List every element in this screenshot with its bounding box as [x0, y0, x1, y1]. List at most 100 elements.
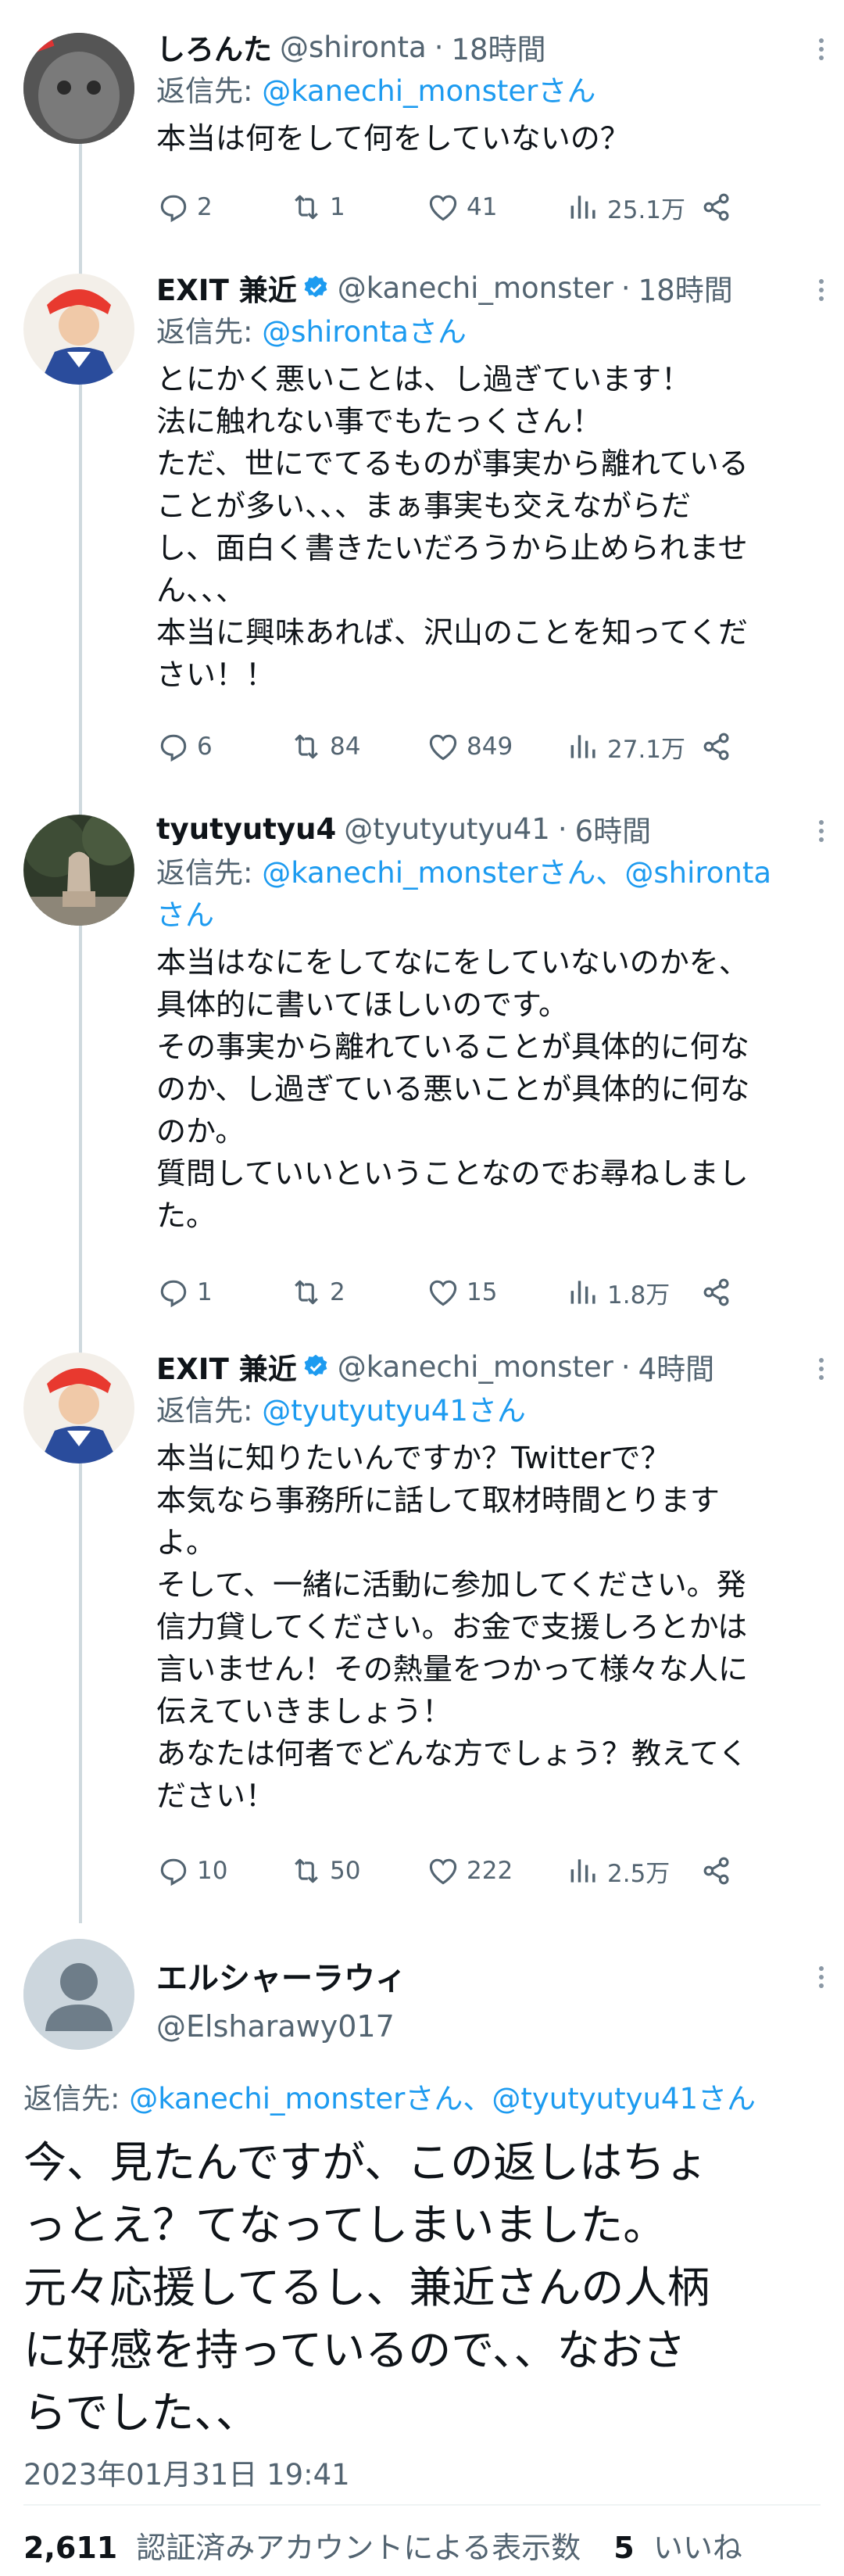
share-icon — [703, 193, 729, 221]
retweet-count: 50 — [330, 1857, 361, 1885]
more-icon[interactable] — [810, 816, 833, 847]
share-button[interactable] — [699, 1851, 740, 1890]
retweet-button[interactable]: 2 — [289, 1273, 345, 1312]
author-name[interactable]: tyutyutyu4 — [156, 812, 336, 846]
tweet-text: 本当は何をして何をしていないの？ — [156, 121, 630, 156]
tweet[interactable]: しろんた @shironta · 18時間 返信先: @kanechi_mons… — [0, 23, 844, 258]
author-handle[interactable]: @kanechi_monster — [338, 271, 613, 305]
author-handle[interactable]: @shironta — [280, 30, 427, 64]
reply-icon — [160, 1858, 187, 1886]
retweet-button[interactable]: 50 — [289, 1851, 360, 1890]
avatar[interactable] — [23, 33, 134, 144]
tweet-time[interactable]: 6時間 — [575, 808, 652, 850]
views-count: 1.8万 — [607, 1281, 671, 1309]
avatar-image — [23, 274, 134, 385]
retweet-button[interactable]: 1 — [289, 188, 345, 227]
views-stat-count[interactable]: 2,611 — [23, 2531, 117, 2565]
author-name[interactable]: EXIT 兼近 — [156, 267, 297, 309]
tweet-time[interactable]: 18時間 — [451, 26, 545, 68]
avatar-image — [23, 33, 134, 144]
views-icon — [570, 1859, 595, 1883]
tweet-actions: 10 50 222 2.5万 — [0, 1851, 844, 1890]
avatar-image — [23, 815, 134, 926]
reply-button[interactable]: 2 — [156, 188, 213, 227]
share-button[interactable] — [699, 727, 740, 766]
tweet-actions: 6 84 849 27.1万 — [0, 727, 844, 766]
like-icon — [429, 734, 457, 761]
reply-to: 返信先: @kanechi_monsterさん、@tyutyutyu41さん — [23, 2078, 756, 2120]
author-handle[interactable]: @kanechi_monster — [338, 1350, 613, 1384]
more-icon[interactable] — [810, 1962, 833, 1994]
reply-to: 返信先: @shirontaさん — [156, 311, 828, 353]
reply-button[interactable]: 6 — [156, 727, 213, 766]
tweet-actions: 2 1 41 25.1万 — [0, 188, 844, 227]
reply-to-link[interactable]: @kanechi_monsterさん — [262, 74, 595, 108]
views-button[interactable]: 1.8万 — [567, 1273, 670, 1312]
views-icon — [570, 735, 595, 758]
share-icon — [703, 733, 729, 761]
reply-to-prefix: 返信先: — [156, 1394, 263, 1428]
more-icon[interactable] — [810, 1354, 833, 1385]
author-handle[interactable]: @tyutyutyu41 — [344, 812, 550, 846]
more-icon[interactable] — [810, 34, 833, 66]
reply-to-link[interactable]: @shirontaさん — [262, 315, 467, 349]
focused-tweet-text: 今、見たんですが、この返しはちょ っとえ？てなってしまいました。 元々応援してる… — [23, 2137, 710, 2438]
reply-count: 10 — [197, 1857, 228, 1885]
tweet-timestamp[interactable]: 2023年01月31日 19:41 — [23, 2451, 350, 2493]
share-button[interactable] — [699, 1273, 740, 1312]
avatar[interactable] — [23, 274, 134, 385]
like-count: 15 — [467, 1278, 498, 1306]
retweet-icon — [295, 1280, 318, 1305]
share-button[interactable] — [699, 188, 740, 227]
tweet[interactable]: tyutyutyu4 @tyutyutyu41 · 6時間 返信先: @kane… — [0, 805, 844, 1337]
views-stat-label[interactable]: 認証済みアカウントによる表示数 — [136, 2531, 581, 2565]
avatar[interactable] — [23, 1939, 134, 2050]
reply-button[interactable]: 10 — [156, 1851, 227, 1890]
tweet[interactable]: EXIT 兼近 @kanechi_monster · 18時間 返信先: @sh… — [0, 264, 844, 780]
likes-stat-label[interactable]: いいね — [653, 2531, 742, 2565]
like-button[interactable]: 15 — [426, 1273, 497, 1312]
tweet-time[interactable]: 18時間 — [638, 267, 733, 309]
reply-to-link[interactable]: @kanechi_monsterさん、@tyutyutyu41さん — [129, 2082, 756, 2116]
tweet-time[interactable]: 4時間 — [638, 1345, 715, 1388]
views-button[interactable]: 2.5万 — [567, 1851, 670, 1890]
reply-to-prefix: 返信先: — [156, 315, 263, 349]
share-icon — [703, 1278, 729, 1306]
retweet-button[interactable]: 84 — [289, 727, 360, 766]
reply-icon — [160, 1280, 187, 1308]
reply-count: 6 — [197, 733, 213, 761]
views-count: 2.5万 — [607, 1859, 671, 1888]
tweet-text: 本当はなにをしてなにをしていないのかを、 具体的に書いてほしいのです。 その事実… — [156, 945, 750, 1233]
reply-to-link[interactable]: @tyutyutyu41さん — [262, 1394, 526, 1428]
retweet-count: 2 — [330, 1278, 345, 1306]
avatar[interactable] — [23, 815, 134, 926]
tweet[interactable]: EXIT 兼近 @kanechi_monster · 4時間 返信先: @tyu… — [0, 1343, 844, 1906]
views-count: 27.1万 — [607, 735, 686, 764]
reply-to-prefix: 返信先: — [156, 74, 263, 108]
views-button[interactable]: 27.1万 — [567, 727, 685, 766]
share-icon — [703, 1857, 729, 1885]
like-button[interactable]: 222 — [426, 1851, 513, 1890]
views-icon — [570, 195, 595, 219]
retweet-icon — [295, 734, 318, 759]
focused-name[interactable]: エルシャーラウィ — [156, 1953, 406, 1998]
like-icon — [429, 1858, 457, 1885]
like-button[interactable]: 41 — [426, 188, 497, 227]
like-button[interactable]: 849 — [426, 727, 513, 766]
author-name[interactable]: しろんた — [156, 26, 272, 68]
reply-button[interactable]: 1 — [156, 1273, 213, 1312]
reply-count: 2 — [197, 193, 213, 221]
more-icon[interactable] — [810, 275, 833, 306]
like-count: 41 — [467, 193, 498, 221]
reply-icon — [160, 734, 187, 762]
likes-stat-count[interactable]: 5 — [613, 2531, 634, 2565]
views-icon — [570, 1281, 595, 1304]
reply-to: 返信先: @tyutyutyu41さん — [156, 1390, 828, 1432]
focused-handle[interactable]: @Elsharawy017 — [156, 2009, 395, 2044]
views-button[interactable]: 25.1万 — [567, 188, 685, 227]
tweet-stats: 2,611 認証済みアカウントによる表示数 5 いいね — [23, 2524, 742, 2567]
avatar[interactable] — [23, 1352, 134, 1464]
reply-to: 返信先: @kanechi_monsterさん、@shironta さん — [156, 852, 828, 937]
separator-dot: · — [557, 811, 567, 846]
author-name[interactable]: EXIT 兼近 — [156, 1345, 297, 1388]
